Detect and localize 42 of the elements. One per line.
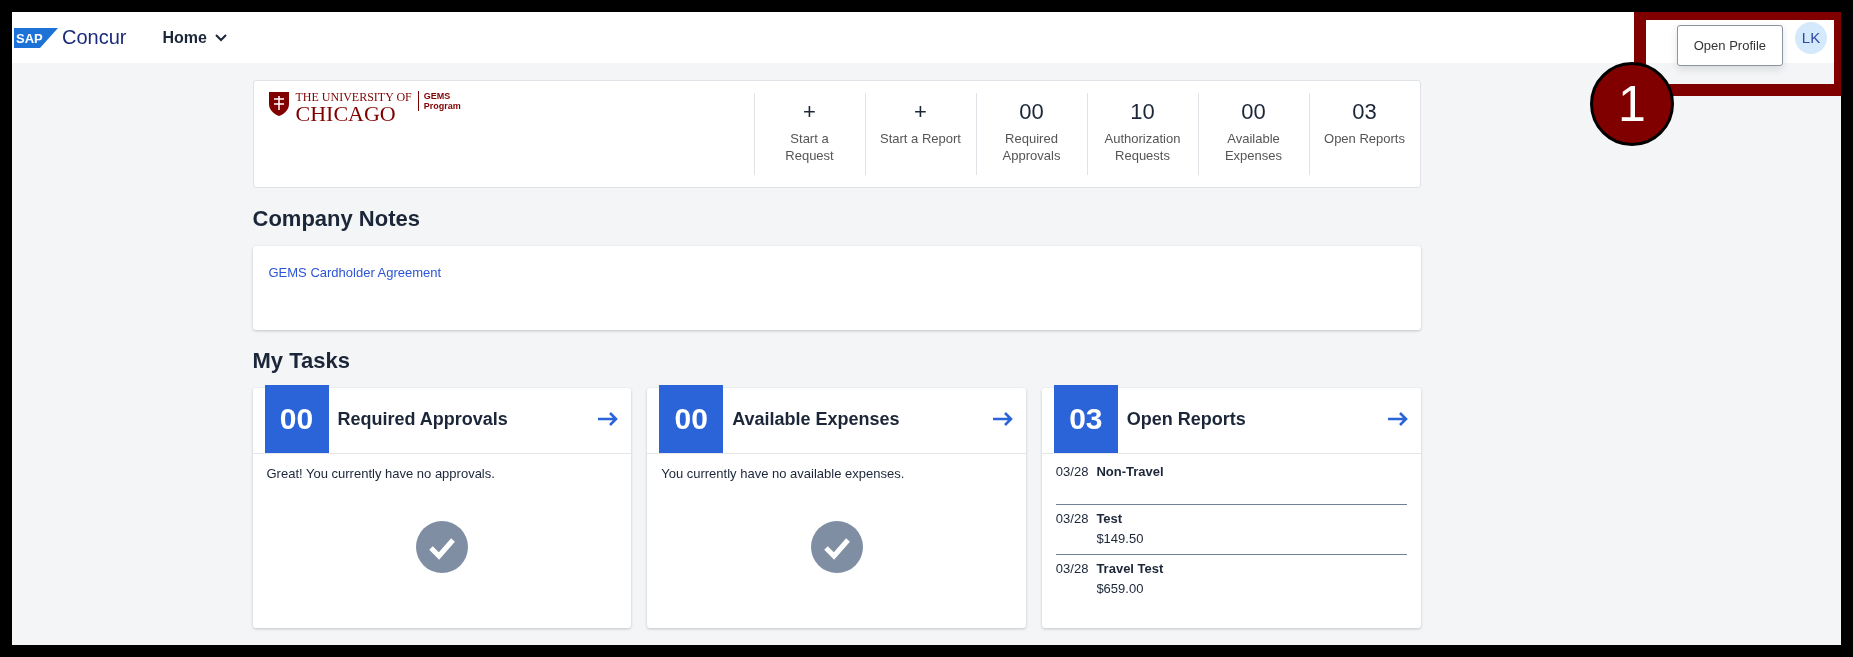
section-heading: My Tasks [252, 348, 351, 374]
report-date: 03/28 [1055, 464, 1089, 481]
check-circle-icon [415, 521, 468, 573]
task-title: Open Reports [1126, 408, 1247, 430]
report-name[interactable]: Travel Test [1096, 561, 1164, 576]
summary-tile[interactable]: 10 Authorization Requests [1086, 93, 1198, 175]
notes-link[interactable]: GEMS Cardholder Agreement [268, 265, 442, 280]
report-date: 03/28 [1055, 561, 1089, 578]
summary-tile[interactable]: + Start a Request [753, 93, 865, 175]
arrow-right-icon[interactable] [597, 411, 620, 427]
sap-logo-icon: SAP [14, 27, 58, 48]
university-name-small: THE UNIVERSITY OF [295, 91, 412, 103]
report-amount: $659.00 [1096, 581, 1145, 596]
task-count: 00 [659, 385, 724, 453]
program-label: GEMS [423, 91, 452, 101]
report-amount: $149.50 [1096, 531, 1144, 546]
task-title: Required Approvals [337, 408, 509, 430]
report-name[interactable]: Test [1096, 511, 1144, 526]
program-label: Program [423, 101, 461, 111]
summary-tile[interactable]: + Start a Report [864, 93, 976, 175]
report-name[interactable]: Non-Travel [1096, 464, 1164, 479]
task-message: You currently have no available expenses. [661, 466, 905, 481]
summary-tile[interactable]: 00 Required Approvals [975, 93, 1087, 175]
task-count: 03 [1053, 385, 1118, 453]
open-profile-tooltip: Open Profile [1676, 25, 1783, 66]
task-message: Great! You currently have no approvals. [266, 466, 495, 481]
home-menu[interactable]: Home [156, 27, 233, 48]
step-number-badge: 1 [1590, 62, 1674, 146]
brand-name: Concur [62, 26, 127, 49]
university-crest-icon [267, 91, 290, 117]
summary-tile[interactable]: 00 Available Expenses [1197, 93, 1309, 175]
summary-tile[interactable]: 03 Open Reports [1308, 93, 1420, 175]
task-count: 00 [264, 385, 329, 453]
arrow-right-icon[interactable] [991, 411, 1014, 427]
section-heading: Company Notes [252, 206, 421, 232]
chevron-down-icon [214, 33, 227, 42]
check-circle-icon [810, 521, 863, 573]
university-name-large: CHICAGO [295, 103, 397, 125]
task-title: Available Expenses [732, 408, 901, 430]
arrow-right-icon[interactable] [1386, 411, 1409, 427]
report-date: 03/28 [1055, 511, 1089, 528]
profile-avatar[interactable]: LK [1795, 21, 1827, 54]
